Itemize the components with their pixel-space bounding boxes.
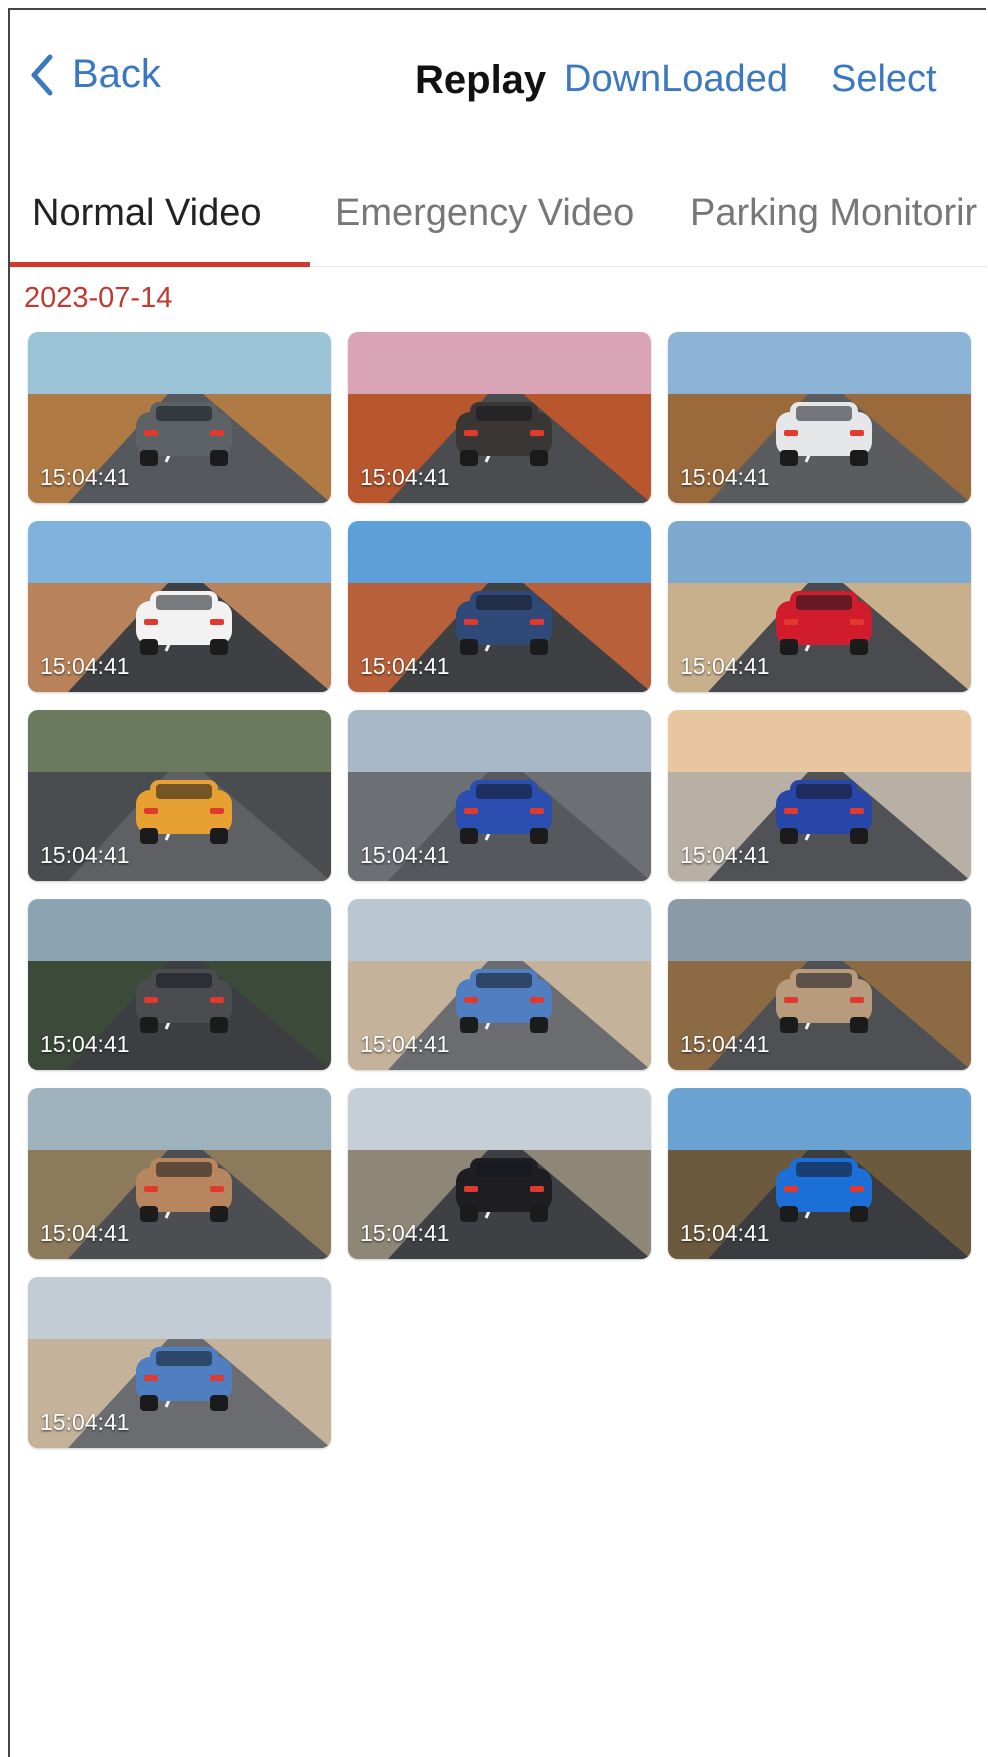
video-grid: 15:04:41 15:04:41 15:04:41 15:04:41 15:04:41… (28, 332, 986, 1448)
video-timestamp: 15:04:41 (360, 842, 450, 868)
top-bar: Back Replay DownLoaded Select (10, 10, 986, 140)
video-thumbnail[interactable]: 15:04:41 (348, 332, 651, 503)
app-screen: Back Replay DownLoaded Select Normal Vid… (8, 8, 986, 1757)
video-thumbnail[interactable]: 15:04:41 (668, 899, 971, 1070)
video-timestamp: 15:04:41 (40, 842, 130, 868)
video-thumbnail[interactable]: 15:04:41 (28, 521, 331, 692)
back-label: Back (72, 52, 161, 96)
video-thumbnail[interactable]: 15:04:41 (348, 899, 651, 1070)
video-thumbnail[interactable]: 15:04:41 (348, 710, 651, 881)
video-timestamp: 15:04:41 (40, 1031, 130, 1057)
video-timestamp: 15:04:41 (680, 842, 770, 868)
video-thumbnail[interactable]: 15:04:41 (668, 332, 971, 503)
video-timestamp: 15:04:41 (40, 653, 130, 679)
active-tab-indicator (10, 262, 310, 267)
video-thumbnail[interactable]: 15:04:41 (348, 521, 651, 692)
video-type-tabs: Normal Video Emergency Video Parking Mon… (10, 170, 986, 270)
video-timestamp: 15:04:41 (360, 1220, 450, 1246)
video-timestamp: 15:04:41 (680, 464, 770, 490)
tab-normal-video[interactable]: Normal Video (32, 192, 262, 235)
video-timestamp: 15:04:41 (680, 1031, 770, 1057)
video-thumbnail[interactable]: 15:04:41 (28, 710, 331, 881)
video-timestamp: 15:04:41 (40, 1409, 130, 1435)
video-thumbnail[interactable]: 15:04:41 (668, 521, 971, 692)
page-title: Replay (415, 58, 547, 102)
video-thumbnail[interactable]: 15:04:41 (28, 899, 331, 1070)
video-thumbnail[interactable]: 15:04:41 (28, 1277, 331, 1448)
video-timestamp: 15:04:41 (360, 653, 450, 679)
video-timestamp: 15:04:41 (360, 464, 450, 490)
video-timestamp: 15:04:41 (680, 653, 770, 679)
video-thumbnail[interactable]: 15:04:41 (28, 1088, 331, 1259)
video-thumbnail[interactable]: 15:04:41 (668, 1088, 971, 1259)
video-timestamp: 15:04:41 (40, 1220, 130, 1246)
video-timestamp: 15:04:41 (680, 1220, 770, 1246)
date-header: 2023-07-14 (24, 282, 173, 314)
tab-emergency-video[interactable]: Emergency Video (335, 192, 634, 235)
video-thumbnail[interactable]: 15:04:41 (348, 1088, 651, 1259)
downloaded-button[interactable]: DownLoaded (564, 58, 788, 101)
video-thumbnail[interactable]: 15:04:41 (28, 332, 331, 503)
chevron-left-icon (31, 54, 53, 95)
video-thumbnail[interactable]: 15:04:41 (668, 710, 971, 881)
select-button[interactable]: Select (831, 58, 937, 101)
video-timestamp: 15:04:41 (360, 1031, 450, 1057)
video-timestamp: 15:04:41 (40, 464, 130, 490)
back-button[interactable]: Back (30, 52, 161, 97)
tab-parking-monitoring[interactable]: Parking Monitorir (690, 192, 977, 235)
